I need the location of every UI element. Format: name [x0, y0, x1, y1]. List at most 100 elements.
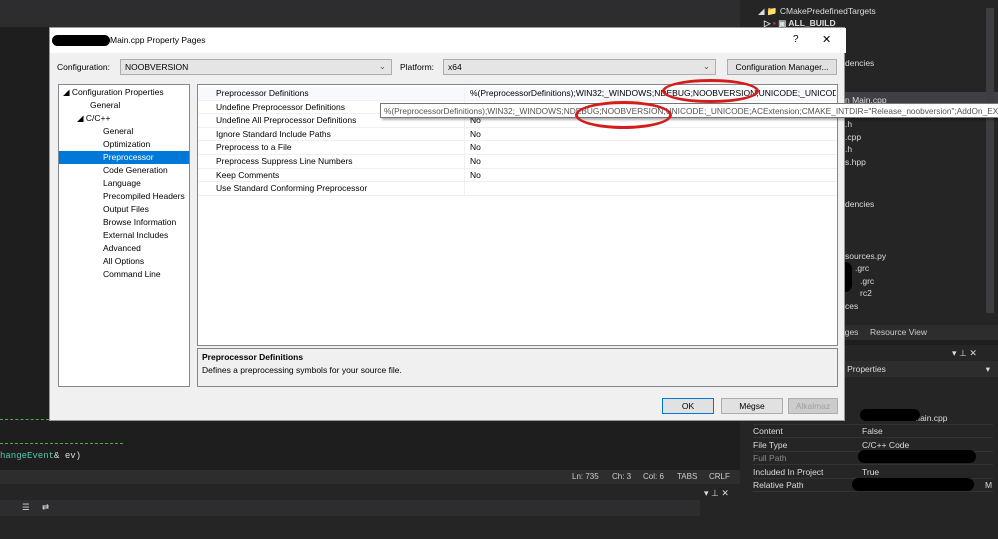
description-panel: Preprocessor Definitions Defines a prepr…: [197, 348, 838, 387]
configuration-label: Configuration:: [57, 62, 110, 72]
red-highlight-ellipse: [575, 101, 672, 129]
tree-item-all-options[interactable]: All Options: [103, 255, 144, 268]
chevron-down-icon: ⌄: [702, 61, 710, 71]
property-value[interactable]: No: [470, 142, 836, 152]
panel-pin-close-icon[interactable]: ▾ ⊥ ✕: [704, 488, 729, 499]
code-separator: [0, 419, 49, 420]
prop-value[interactable]: M: [985, 480, 992, 490]
tree-item[interactable]: CMakePredefinedTargets: [780, 6, 876, 16]
dialog-title: Main.cpp Property Pages: [110, 35, 206, 45]
property-name: Use Standard Conforming Preprocessor: [216, 183, 368, 194]
code-separator: [0, 443, 123, 444]
code-type: hangeEvent: [0, 451, 55, 461]
property-row[interactable]: Preprocess Suppress Line Numbers No: [198, 155, 837, 169]
property-value[interactable]: No: [470, 129, 836, 139]
tree-item[interactable]: dencies: [845, 199, 874, 209]
tree-item-code-generation[interactable]: Code Generation: [103, 164, 168, 177]
properties-title: e Properties: [840, 364, 886, 374]
tree-item[interactable]: .grc: [855, 263, 869, 273]
tree-item-external-includes[interactable]: External Includes: [103, 229, 168, 242]
tree-item-cpp-general[interactable]: General: [103, 125, 133, 138]
redaction: [52, 35, 110, 46]
tree-item-configuration-properties[interactable]: ◢ Configuration Properties: [63, 86, 164, 99]
tree-item-browse-information[interactable]: Browse Information: [103, 216, 176, 229]
description-text: Defines a preprocessing symbols for your…: [202, 365, 402, 375]
tree-item-language[interactable]: Language: [103, 177, 141, 190]
tree-item-optimization[interactable]: Optimization: [103, 138, 150, 151]
status-tabs[interactable]: TABS: [677, 472, 697, 481]
tree-label: Configuration Properties: [71, 87, 164, 97]
red-highlight-ellipse: [662, 79, 759, 103]
redaction: [860, 409, 920, 421]
status-col: Col: 6: [643, 472, 664, 481]
ok-button[interactable]: OK: [662, 398, 714, 414]
prop-label: Relative Path: [753, 480, 804, 490]
code-args: & ev): [54, 451, 82, 461]
prop-value[interactable]: True: [862, 467, 879, 477]
code-line: hangeEvent& ev): [0, 451, 81, 461]
tree-item-output-files[interactable]: Output Files: [103, 203, 149, 216]
clear-icon[interactable]: ☰: [22, 502, 30, 513]
property-grid: Preprocessor Definitions %(PreprocessorDe…: [197, 84, 838, 346]
tree-item[interactable]: rc2: [860, 288, 872, 298]
platform-value: x64: [448, 62, 462, 72]
status-line: Ln: 735: [572, 472, 599, 481]
property-value[interactable]: No: [470, 156, 836, 166]
configuration-manager-button[interactable]: Configuration Manager...: [727, 59, 837, 75]
redaction: [858, 450, 976, 463]
chevron-down-icon: ⌄: [378, 61, 386, 71]
help-button[interactable]: ?: [793, 34, 799, 45]
word-wrap-icon[interactable]: ⇄: [42, 502, 49, 513]
tree-item-precompiled-headers[interactable]: Precompiled Headers: [103, 190, 185, 203]
tree-item[interactable]: .cpp: [845, 132, 861, 142]
panel-pin-close-icon[interactable]: ▾ ⊥ ✕: [952, 348, 977, 359]
property-name: Ignore Standard Include Paths: [216, 128, 331, 139]
tree-item-general[interactable]: General: [90, 99, 120, 112]
tree-item-advanced[interactable]: Advanced: [103, 242, 141, 255]
tree-item-preprocessor[interactable]: Preprocessor: [59, 151, 189, 164]
prop-label: Included In Project: [753, 467, 824, 477]
tree-item-command-line[interactable]: Command Line: [103, 268, 161, 281]
property-name: Preprocess to a File: [216, 142, 292, 153]
property-row[interactable]: Ignore Standard Include Paths No: [198, 127, 837, 142]
property-value[interactable]: No: [470, 170, 836, 180]
apply-button[interactable]: Alkalmaz: [788, 398, 838, 414]
tree-item[interactable]: sources.py: [845, 251, 886, 261]
tree-item[interactable]: .h: [845, 144, 852, 154]
ide-toolbar: [0, 0, 740, 27]
prop-label: Full Path: [753, 453, 787, 463]
redaction: [852, 478, 974, 491]
property-row[interactable]: Use Standard Conforming Preprocessor: [198, 182, 837, 196]
property-name: Preprocessor Definitions: [216, 88, 309, 98]
dialog-title-bar: Main.cpp Property Pages ? ✕: [50, 28, 846, 53]
description-title: Preprocessor Definitions: [202, 352, 304, 362]
tree-item[interactable]: .grc: [860, 276, 874, 286]
scrollbar[interactable]: [986, 8, 994, 313]
tree-item[interactable]: ces: [845, 301, 858, 311]
tree-label: C/C++: [85, 113, 111, 123]
status-char: Ch: 3: [612, 472, 632, 481]
configuration-value: NOOBVERSION: [125, 62, 189, 72]
platform-label: Platform:: [400, 62, 435, 72]
tree-item-cpp[interactable]: ◢ C/C++: [77, 112, 110, 125]
property-value[interactable]: %(PreprocessorDefinitions);WIN32;_WINDOW…: [470, 88, 836, 98]
tab-resource-view[interactable]: Resource View: [870, 327, 927, 337]
property-tree: ◢ Configuration Properties General ◢ C/C…: [58, 84, 190, 387]
platform-select[interactable]: x64 ⌄: [443, 59, 716, 75]
configuration-select[interactable]: NOOBVERSION ⌄: [120, 59, 392, 75]
close-button[interactable]: ✕: [822, 33, 831, 46]
tooltip: %(PreprocessorDefinitions);WIN32;_WINDOW…: [380, 103, 998, 118]
prop-value[interactable]: False: [862, 426, 883, 436]
prop-value[interactable]: C/C++ Code: [862, 440, 909, 450]
output-toolbar: ☰ ⇄: [0, 500, 700, 516]
property-name: Undefine Preprocessor Definitions: [216, 101, 345, 112]
cancel-button[interactable]: Mégse: [721, 398, 783, 414]
property-row[interactable]: Preprocess to a File No: [198, 141, 837, 155]
tree-item[interactable]: dencies: [845, 58, 874, 68]
tree-item[interactable]: s.hpp: [845, 157, 866, 167]
status-crlf[interactable]: CRLF: [709, 472, 730, 481]
property-name: Keep Comments: [216, 169, 280, 180]
tree-item[interactable]: .h: [845, 119, 852, 129]
property-name: Undefine All Preprocessor Definitions: [216, 115, 357, 126]
property-row[interactable]: Keep Comments No: [198, 168, 837, 183]
